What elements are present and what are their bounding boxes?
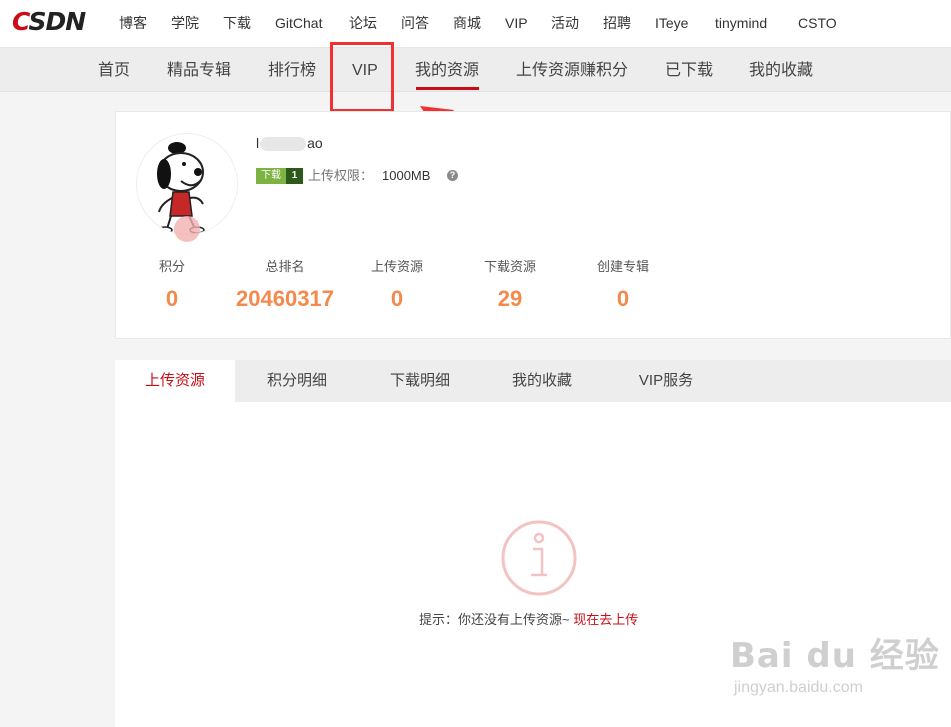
stat-value: 0 (616, 286, 630, 311)
stat-label: 总排名 (265, 259, 305, 274)
stat-uploads[interactable]: 上传资源 0 (332, 258, 462, 312)
subnav-home[interactable]: 首页 (98, 61, 130, 81)
topnav-qa[interactable]: 问答 (401, 14, 429, 32)
subnav-downloaded[interactable]: 已下载 (665, 61, 713, 81)
stat-label: 创建专辑 (596, 259, 649, 274)
stat-value: 20460317 (236, 286, 334, 311)
tab-uploads[interactable]: 上传资源 (115, 360, 235, 402)
topnav-iteye[interactable]: ITeye (655, 14, 688, 32)
active-tab-indicator (416, 87, 479, 90)
topnav-academy[interactable]: 学院 (171, 14, 199, 32)
info-icon (501, 520, 577, 596)
stat-label: 下载资源 (483, 259, 536, 274)
redacted-blur (260, 137, 307, 152)
baidu-jingyan-watermark: Bai du 经验 jingyan.baidu.com (730, 636, 940, 696)
subnav-my-resources[interactable]: 我的资源 (415, 61, 479, 81)
subnav-ranking[interactable]: 排行榜 (268, 61, 316, 81)
tab-points-detail[interactable]: 积分明细 (235, 360, 359, 402)
stat-points: 积分 0 (107, 258, 237, 312)
top-navbar: CSDN 博客 学院 下载 GitChat 论坛 问答 商城 VIP 活动 招聘… (0, 0, 951, 48)
subnav-albums[interactable]: 精品专辑 (167, 61, 231, 81)
topnav-download[interactable]: 下载 (223, 14, 251, 32)
upload-permission-value: 1000MB (382, 168, 431, 183)
stat-value: 29 (497, 286, 523, 311)
topnav-tinymind[interactable]: tinymind (715, 14, 767, 32)
stat-label: 上传资源 (370, 259, 423, 274)
upload-permission-label: 上传权限： (308, 168, 374, 183)
empty-tip: 提示：你还没有上传资源~ 现在去上传 (419, 612, 639, 627)
download-level-number: 1 (286, 168, 303, 184)
topnav-jobs[interactable]: 招聘 (603, 14, 631, 32)
tab-favorites[interactable]: 我的收藏 (481, 360, 603, 402)
stat-label: 积分 (158, 259, 185, 274)
upload-now-link[interactable]: 现在去上传 (573, 612, 638, 627)
help-icon[interactable]: ? (447, 170, 458, 181)
tab-download-detail[interactable]: 下载明细 (359, 360, 481, 402)
topnav-csto[interactable]: CSTO (798, 14, 837, 32)
topnav-events[interactable]: 活动 (551, 14, 579, 32)
stat-downloads[interactable]: 下载资源 29 (445, 258, 575, 312)
profile-card: l ao 下载 1 上传权限： 1000MB ? 积分 0 总排名 2046031… (115, 111, 951, 339)
resource-tabs: 上传资源 积分明细 下载明细 我的收藏 VIP服务 (115, 360, 951, 402)
download-level-tag: 下载 (256, 168, 286, 184)
topnav-gitchat[interactable]: GitChat (275, 14, 322, 32)
topnav-mall[interactable]: 商城 (453, 14, 481, 32)
stat-rank: 总排名 20460317 (220, 258, 350, 312)
topnav-vip[interactable]: VIP (505, 14, 528, 32)
topnav-forum[interactable]: 论坛 (349, 14, 377, 32)
stat-albums[interactable]: 创建专辑 0 (558, 258, 688, 312)
resource-subnav: 首页 精品专辑 排行榜 VIP 我的资源 上传资源赚积分 已下载 我的收藏 (0, 48, 951, 92)
avatar-badge (174, 216, 200, 242)
subnav-upload-earn[interactable]: 上传资源赚积分 (516, 61, 628, 81)
stat-value: 0 (165, 286, 179, 311)
stat-value: 0 (390, 286, 404, 311)
tab-vip-service[interactable]: VIP服务 (603, 360, 729, 402)
vip-highlight-box (330, 42, 394, 112)
csdn-logo[interactable]: CSDN (12, 8, 86, 36)
subnav-favorites[interactable]: 我的收藏 (749, 61, 813, 81)
username: l ao (256, 135, 323, 152)
topnav-blog[interactable]: 博客 (119, 14, 147, 32)
